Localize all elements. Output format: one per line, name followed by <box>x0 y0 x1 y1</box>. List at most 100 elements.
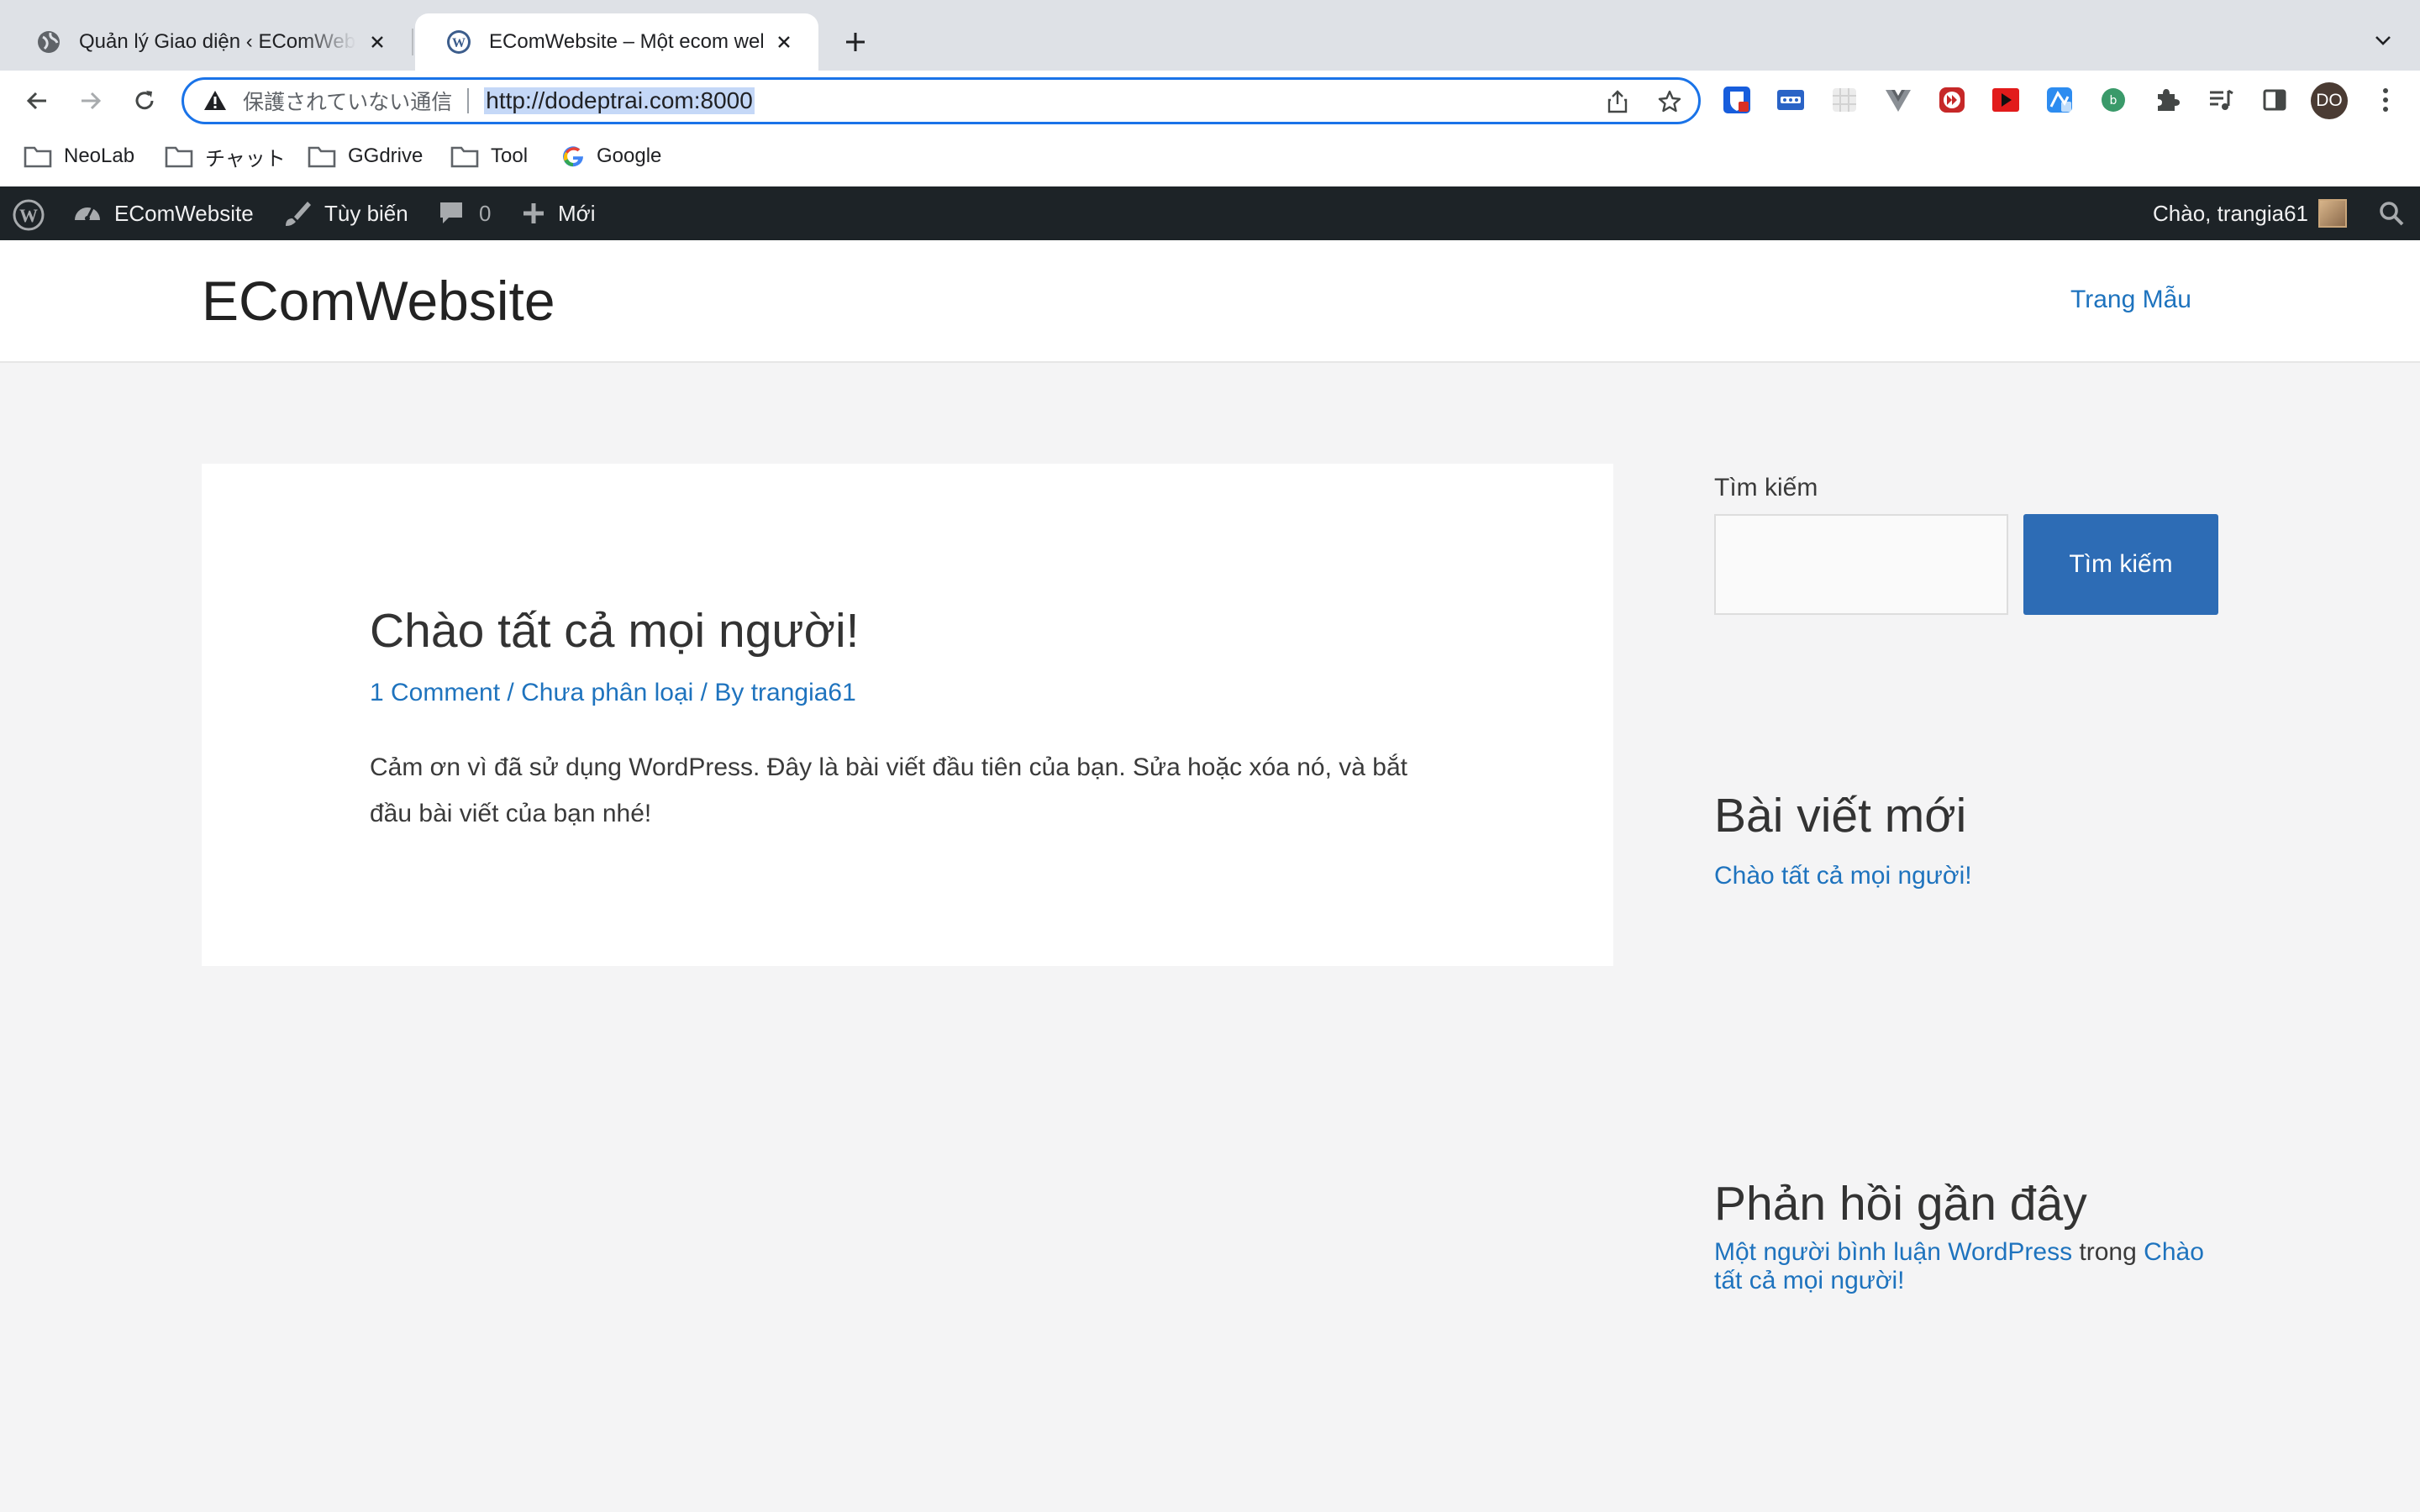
greeting-label: Chào, trangia61 <box>2153 200 2309 226</box>
warning-icon[interactable] <box>203 88 228 113</box>
wordpress-icon: W <box>445 29 472 55</box>
wp-logo-menu[interactable]: W <box>12 186 45 240</box>
nav-item-trang-mau[interactable]: Trang Mẫu <box>2070 286 2191 314</box>
fast-forward-ext-icon[interactable] <box>1936 84 1968 116</box>
tab-title: Quản lý Giao diện ‹ EComWebsite <box>79 30 356 53</box>
wp-admin-bar: W EComWebsite Tùy biến 0 Mới Chào, trang… <box>0 186 2420 240</box>
recent-comment-item: Một người bình luận WordPress trong Chào… <box>1714 1238 2235 1295</box>
wordpress-icon: W <box>12 198 45 231</box>
svg-text:W: W <box>19 205 38 226</box>
site-name-menu[interactable]: EComWebsite <box>72 186 254 240</box>
bookmark-item[interactable]: NeoLab <box>24 139 134 173</box>
site-header: EComWebsite Trang Mẫu <box>0 240 2420 363</box>
arrow-right-icon <box>82 92 102 110</box>
grid-ext-icon[interactable] <box>1828 84 1860 116</box>
bookmark-label: Tool <box>491 144 529 167</box>
bookmark-item[interactable]: チャット <box>165 139 286 173</box>
category-link[interactable]: Chưa phân loại <box>521 679 693 706</box>
search-input[interactable] <box>1714 514 2008 615</box>
bookmarks-bar: NeoLab チャット GGdrive Tool Google <box>0 131 2420 186</box>
comments-link[interactable]: 0 <box>437 186 491 240</box>
close-tab-icon[interactable] <box>365 29 390 55</box>
folder-icon <box>450 144 479 168</box>
bookmark-item[interactable]: GGdrive <box>308 139 423 173</box>
tab-divider <box>412 29 413 55</box>
post-title[interactable]: Chào tất cả mọi người! <box>370 603 859 659</box>
comment-bubble-icon <box>437 198 467 228</box>
site-name-label: EComWebsite <box>114 200 254 226</box>
google-icon <box>561 144 585 168</box>
search-label: Tìm kiếm <box>1714 474 1818 501</box>
post-excerpt: Cảm ơn vì đã sử dụng WordPress. Đây là b… <box>370 753 1407 827</box>
puzzle-icon[interactable] <box>2151 84 2183 116</box>
comments-link[interactable]: 1 Comment <box>370 679 500 706</box>
bookmark-label: Google <box>597 144 662 167</box>
address-bar[interactable]: 保護されていない通信 http://dodeptrai.com:8000 <box>182 77 1701 124</box>
kebab-menu-icon[interactable] <box>2370 84 2402 116</box>
svg-text:W: W <box>452 36 466 50</box>
chevron-down-icon <box>2375 36 2391 45</box>
tab-manager-icon[interactable] <box>1775 84 1807 116</box>
avatar <box>2318 199 2348 228</box>
media-queue-icon[interactable] <box>2205 84 2237 116</box>
recent-post-link[interactable]: Chào tất cả mọi người! <box>1714 862 1972 890</box>
comment-connector: trong <box>2079 1238 2137 1266</box>
plus-icon <box>521 201 546 226</box>
customize-label: Tùy biến <box>324 200 408 226</box>
meta-separator: / <box>507 679 514 706</box>
recent-posts-heading: Bài viết mới <box>1714 789 1967 843</box>
recent-comments-heading: Phản hồi gần đây <box>1714 1177 2087 1231</box>
new-tab-button[interactable] <box>839 25 872 59</box>
folder-icon <box>24 144 52 168</box>
comment-author-link[interactable]: Một người bình luận WordPress <box>1714 1238 2072 1266</box>
search-icon <box>2378 200 2405 227</box>
my-account-menu[interactable]: Chào, trangia61 <box>2153 186 2348 240</box>
vue-devtools-icon[interactable] <box>1882 84 1914 116</box>
plus-icon <box>846 33 865 51</box>
new-content-menu[interactable]: Mới <box>521 186 595 240</box>
folder-icon <box>308 144 336 168</box>
svg-text:b: b <box>2110 94 2118 108</box>
side-panel-icon[interactable] <box>2259 84 2291 116</box>
youtube-icon[interactable] <box>1990 84 2022 116</box>
share-icon[interactable] <box>1603 87 1632 116</box>
browser-tab-active[interactable]: W EComWebsite – Một ecom website <box>415 13 818 71</box>
bookmark-label: チャット <box>205 147 286 171</box>
bookmark-label: GGdrive <box>348 144 424 167</box>
bitwarden-icon[interactable] <box>1721 84 1753 116</box>
profile-avatar[interactable]: DO <box>2311 82 2348 119</box>
search-button[interactable]: Tìm kiếm <box>2023 514 2218 615</box>
globe-icon <box>35 29 62 55</box>
bookmark-item[interactable]: Tool <box>450 139 528 173</box>
folder-icon <box>165 144 193 168</box>
new-label: Mới <box>558 200 596 226</box>
comments-count: 0 <box>479 200 492 226</box>
address-separator <box>467 88 470 113</box>
browser-toolbar: 保護されていない通信 http://dodeptrai.com:8000 b D <box>0 71 2420 131</box>
author-link[interactable]: trangia61 <box>751 679 856 706</box>
bookmark-item[interactable]: Google <box>561 139 661 173</box>
reload-button[interactable] <box>126 82 163 119</box>
security-status-text[interactable]: 保護されていない通信 <box>243 86 452 116</box>
tab-search-button[interactable] <box>2368 25 2398 55</box>
browser-tab-strip: Quản lý Giao diện ‹ EComWebsite W EComWe… <box>0 0 2420 71</box>
brush-icon <box>282 198 313 228</box>
translate-ext-icon[interactable] <box>2044 84 2075 116</box>
site-title[interactable]: EComWebsite <box>202 269 555 333</box>
back-button[interactable] <box>18 82 55 119</box>
forward-button[interactable] <box>72 82 109 119</box>
post-meta: 1 Comment / Chưa phân loại / By trangia6… <box>370 679 856 707</box>
admin-search-button[interactable] <box>2378 186 2405 240</box>
bookmark-star-icon[interactable] <box>1655 87 1684 116</box>
bookmark-label: NeoLab <box>64 144 135 167</box>
reload-icon <box>135 91 154 110</box>
arrow-left-icon <box>26 92 46 110</box>
close-tab-icon[interactable] <box>771 29 797 55</box>
green-circle-ext-icon[interactable]: b <box>2097 84 2129 116</box>
post-card: Chào tất cả mọi người! 1 Comment / Chưa … <box>202 464 1613 966</box>
url-text[interactable]: http://dodeptrai.com:8000 <box>484 87 755 114</box>
by-prefix: / By <box>700 679 744 706</box>
customize-link[interactable]: Tùy biến <box>282 186 408 240</box>
dashboard-icon <box>72 198 103 228</box>
browser-tab[interactable]: Quản lý Giao diện ‹ EComWebsite <box>5 13 412 71</box>
